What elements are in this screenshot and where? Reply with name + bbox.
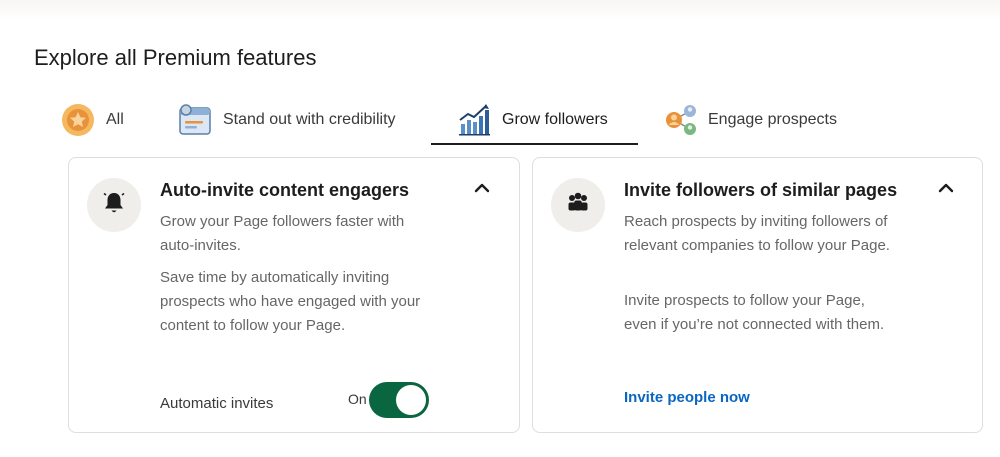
card-title: Invite followers of similar pages xyxy=(624,180,898,200)
bell-icon xyxy=(101,190,127,221)
people-group-icon xyxy=(564,191,592,220)
growth-chart-icon xyxy=(456,102,492,138)
bell-icon-circle xyxy=(87,178,141,232)
profile-card-icon xyxy=(177,102,213,138)
card-description: Save time by automatically inviting pros… xyxy=(160,269,421,334)
chevron-up-icon[interactable] xyxy=(470,176,494,200)
card-description: Invite prospects to follow your Page, ev… xyxy=(624,292,885,333)
invite-people-now-link[interactable]: Invite people now xyxy=(624,389,750,406)
card-description: Reach prospects by inviting followers of… xyxy=(624,213,890,254)
toggle-knob xyxy=(396,385,426,415)
invite-followers-card: Invite followers of similar pages Reach … xyxy=(532,157,983,433)
tab-label: Stand out with credibility xyxy=(223,111,396,128)
feature-tabs: All Stand out with credibility Grow foll… xyxy=(0,95,1000,145)
tab-label: Engage prospects xyxy=(708,111,837,128)
tab-label: Grow followers xyxy=(502,111,608,128)
people-group-icon-circle xyxy=(551,178,605,232)
tab-all[interactable]: All xyxy=(60,95,124,145)
star-badge-icon xyxy=(60,102,96,138)
tab-stand-out-with-credibility[interactable]: Stand out with credibility xyxy=(177,95,396,145)
tab-grow-followers[interactable]: Grow followers xyxy=(431,95,638,145)
chevron-up-icon[interactable] xyxy=(934,176,958,200)
card-title: Auto-invite content engagers xyxy=(160,180,410,200)
automatic-invites-toggle[interactable] xyxy=(369,382,429,418)
toggle-state-text: On xyxy=(348,391,367,407)
auto-invite-card: Auto-invite content engagers Grow your P… xyxy=(68,157,520,433)
card-description: Grow your Page followers faster with aut… xyxy=(160,213,405,254)
people-network-icon xyxy=(662,102,698,138)
top-shade xyxy=(0,0,1000,20)
tab-label: All xyxy=(106,111,124,128)
page-title: Explore all Premium features xyxy=(34,45,317,70)
tab-engage-prospects[interactable]: Engage prospects xyxy=(662,95,837,145)
toggle-label: Automatic invites xyxy=(160,395,274,412)
